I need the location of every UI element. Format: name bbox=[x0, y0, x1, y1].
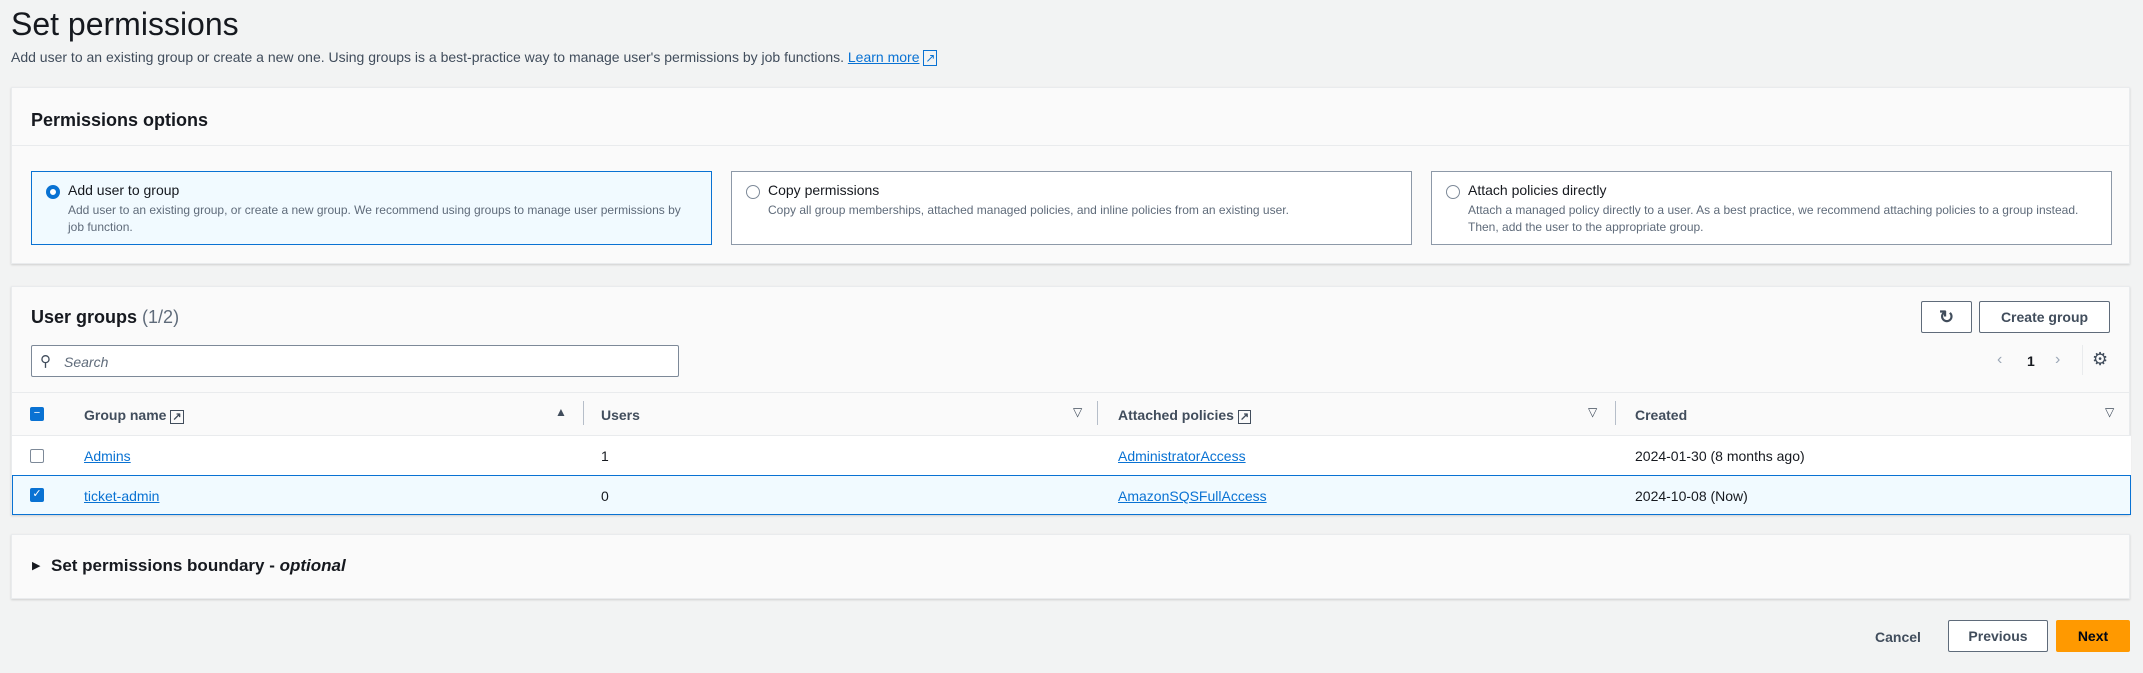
option-attach-policies[interactable]: Attach policies directly Attach a managed… bbox=[1431, 171, 2112, 245]
page-title: Set permissions bbox=[11, 6, 239, 42]
sort-icon[interactable]: ▽ bbox=[1588, 405, 1597, 419]
permissions-boundary-title[interactable]: Set permissions boundary - optional bbox=[51, 556, 346, 576]
radio-selected[interactable] bbox=[46, 185, 60, 199]
col-users[interactable]: Users bbox=[601, 407, 640, 423]
refresh-button[interactable]: ↻ bbox=[1921, 301, 1972, 333]
table-row[interactable]: Admins 1 AdministratorAccess 2024-01-30 … bbox=[12, 435, 2131, 475]
external-link-icon: ↗ bbox=[170, 410, 184, 424]
refresh-icon: ↻ bbox=[1938, 306, 1955, 327]
search-icon: ⚲ bbox=[40, 353, 51, 370]
page-number[interactable]: 1 bbox=[2027, 353, 2035, 369]
policy-link[interactable]: AmazonSQSFullAccess bbox=[1118, 488, 1267, 504]
radio[interactable] bbox=[1446, 185, 1460, 199]
previous-button[interactable]: Previous bbox=[1948, 620, 2048, 652]
users-count: 1 bbox=[601, 448, 609, 464]
user-groups-panel: User groups (1/2) ↻ Create group ⚲ Searc… bbox=[11, 286, 2131, 515]
col-attached-policies[interactable]: Attached policies ↗ bbox=[1118, 407, 1252, 424]
user-groups-title: User groups (1/2) bbox=[31, 307, 180, 327]
next-button[interactable]: Next bbox=[2056, 620, 2130, 652]
prev-page-icon[interactable]: ‹ bbox=[1997, 351, 2002, 369]
group-link[interactable]: Admins bbox=[84, 448, 131, 464]
select-all-checkbox[interactable]: − bbox=[30, 407, 44, 421]
option-add-user-to-group[interactable]: Add user to group Add user to an existing… bbox=[31, 171, 712, 245]
cancel-button[interactable]: Cancel bbox=[1875, 629, 1921, 645]
expand-caret-icon[interactable]: ▶ bbox=[32, 559, 40, 572]
permissions-options-panel: Permissions options Add user to group Add… bbox=[11, 87, 2130, 264]
external-link-icon: ↗ bbox=[1237, 410, 1252, 424]
col-created[interactable]: Created bbox=[1635, 407, 1687, 423]
create-group-button[interactable]: Create group bbox=[1979, 301, 2110, 333]
sort-icon[interactable]: ▽ bbox=[1073, 405, 1082, 419]
permissions-options-title: Permissions options bbox=[31, 110, 209, 130]
table-row-selected[interactable]: ✓ ticket-admin 0 AmazonSQSFullAccess 202… bbox=[12, 475, 2131, 515]
row-checkbox-checked[interactable]: ✓ bbox=[30, 488, 44, 502]
created-date: 2024-01-30 (8 months ago) bbox=[1635, 448, 1805, 464]
page-subtitle: Add user to an existing group or create … bbox=[11, 49, 938, 66]
users-count: 0 bbox=[601, 488, 609, 504]
settings-gear-icon[interactable]: ⚙ bbox=[2092, 349, 2108, 370]
sort-icon[interactable]: ▽ bbox=[2105, 405, 2114, 419]
next-page-icon[interactable]: › bbox=[2055, 351, 2060, 369]
learn-more-link[interactable]: Learn more bbox=[848, 49, 920, 65]
search-input[interactable]: ⚲ Search bbox=[31, 345, 679, 377]
option-copy-permissions[interactable]: Copy permissions Copy all group membershi… bbox=[731, 171, 1412, 245]
permissions-boundary-panel[interactable]: ▶ Set permissions boundary - optional bbox=[11, 534, 2130, 599]
row-checkbox[interactable] bbox=[30, 449, 44, 463]
external-link-icon: ↗ bbox=[923, 50, 938, 66]
created-date: 2024-10-08 (Now) bbox=[1635, 488, 1748, 504]
group-link[interactable]: ticket-admin bbox=[84, 488, 159, 504]
col-group-name[interactable]: Group name ↗ bbox=[84, 407, 184, 424]
radio[interactable] bbox=[746, 185, 760, 199]
table-header: − Group name ↗ ▲ Users ▽ Attached polici… bbox=[12, 392, 2129, 435]
sort-ascending-icon[interactable]: ▲ bbox=[555, 405, 567, 419]
policy-link[interactable]: AdministratorAccess bbox=[1118, 448, 1246, 464]
